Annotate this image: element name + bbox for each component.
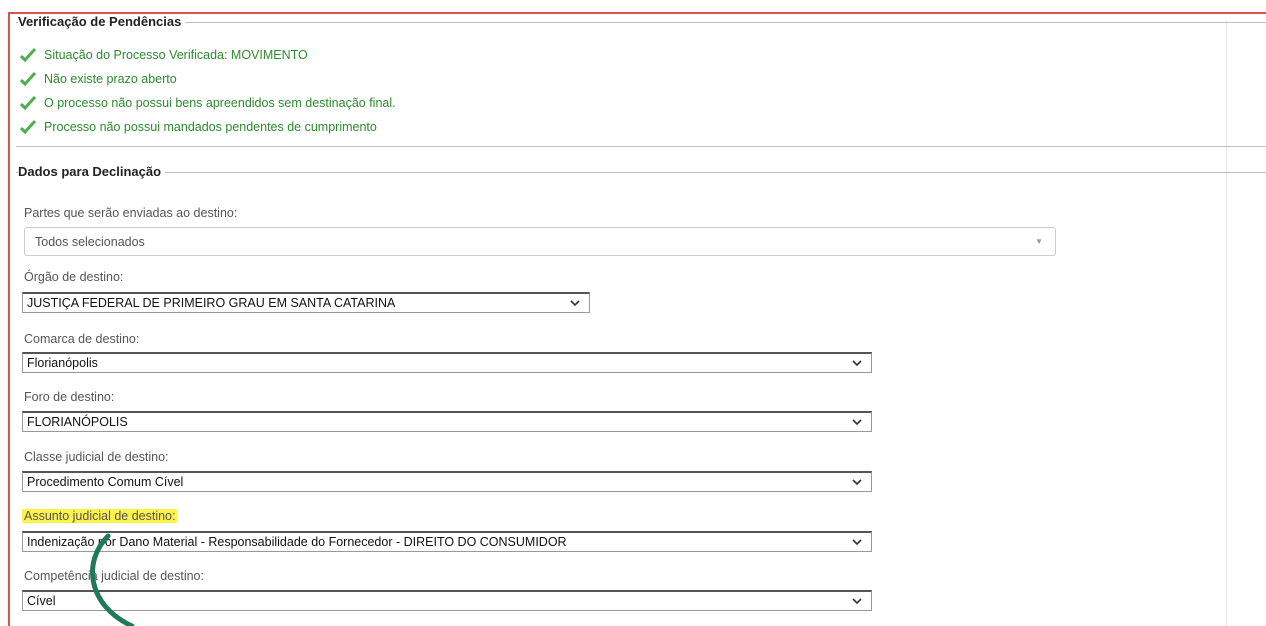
declinacao-legend: Dados para Declinação (18, 164, 166, 179)
chevron-down-icon (852, 539, 862, 546)
right-divider (1226, 20, 1227, 626)
foro-label: Foro de destino: (24, 390, 115, 404)
check-icon (20, 120, 36, 134)
competencia-select[interactable]: Cível (22, 590, 872, 611)
pendencia-item: O processo não possui bens apreendidos s… (20, 96, 396, 110)
pendencia-text: Processo não possui mandados pendentes d… (44, 120, 377, 134)
pendencia-item: Situação do Processo Verificada: MOVIMEN… (20, 48, 308, 62)
competencia-value: Cível (27, 594, 56, 608)
chevron-down-icon (852, 479, 862, 486)
pendencia-item: Não existe prazo aberto (20, 72, 177, 86)
foro-select[interactable]: FLORIANÓPOLIS (22, 411, 872, 432)
comarca-select[interactable]: Florianópolis (22, 352, 872, 373)
classe-select[interactable]: Procedimento Comum Cível (22, 471, 872, 492)
chevron-down-icon (852, 598, 862, 605)
pendencias-border (16, 22, 1266, 23)
orgao-value: JUSTIÇA FEDERAL DE PRIMEIRO GRAU EM SANT… (27, 296, 396, 310)
check-icon (20, 96, 36, 110)
assunto-select[interactable]: Indenização por Dano Material - Responsa… (22, 531, 872, 552)
comarca-label: Comarca de destino: (24, 332, 140, 346)
chevron-down-icon (852, 419, 862, 426)
partes-multiselect[interactable]: Todos selecionados ▼ (24, 227, 1056, 256)
orgao-select[interactable]: JUSTIÇA FEDERAL DE PRIMEIRO GRAU EM SANT… (22, 292, 590, 313)
foro-value: FLORIANÓPOLIS (27, 415, 128, 429)
chevron-down-icon (570, 300, 580, 307)
pendencias-legend: Verificação de Pendências (18, 14, 186, 29)
competencia-label: Competência judicial de destino: (24, 569, 204, 583)
classe-label: Classe judicial de destino: (24, 450, 169, 464)
pendencia-text: Não existe prazo aberto (44, 72, 177, 86)
comarca-value: Florianópolis (27, 356, 98, 370)
check-icon (20, 72, 36, 86)
check-icon (20, 48, 36, 62)
assunto-value: Indenização por Dano Material - Responsa… (27, 535, 567, 549)
declinacao-legend-line (16, 172, 1266, 173)
dropdown-caret-icon: ▼ (1035, 237, 1043, 246)
classe-value: Procedimento Comum Cível (27, 475, 184, 489)
chevron-down-icon (852, 360, 862, 367)
pendencia-text: O processo não possui bens apreendidos s… (44, 96, 396, 110)
pendencia-text: Situação do Processo Verificada: MOVIMEN… (44, 48, 308, 62)
orgao-label: Órgão de destino: (24, 270, 124, 284)
partes-value: Todos selecionados (35, 234, 145, 249)
partes-label: Partes que serão enviadas ao destino: (24, 206, 238, 220)
pendencia-item: Processo não possui mandados pendentes d… (20, 120, 377, 134)
declinacao-border (16, 146, 1266, 147)
assunto-label: Assunto judicial de destino: (22, 509, 178, 523)
